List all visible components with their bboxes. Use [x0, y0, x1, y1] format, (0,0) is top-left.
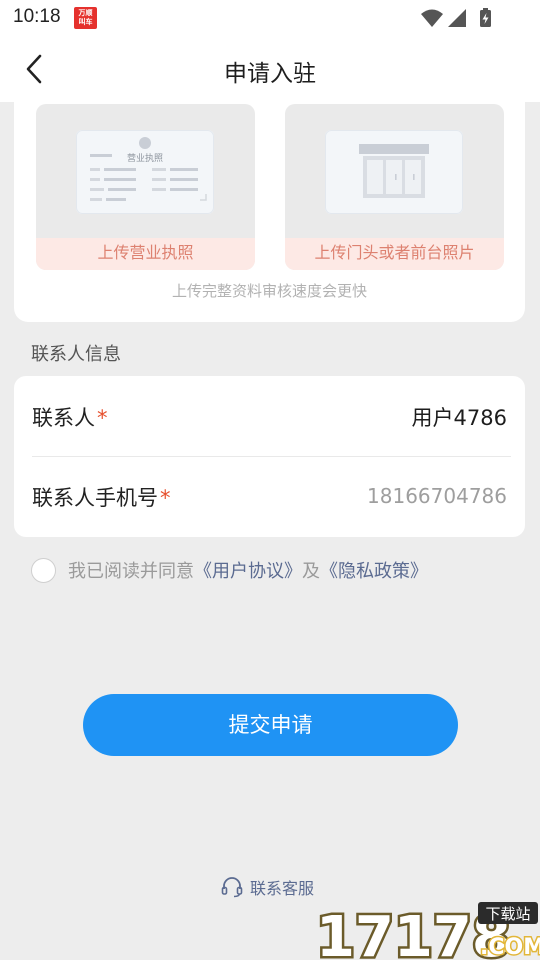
watermark-badge: 下载站	[485, 905, 530, 923]
status-bar: 10:18 万顺 叫车	[0, 0, 540, 36]
status-time: 10:18	[13, 6, 61, 27]
contact-name-label-text: 联系人	[32, 406, 95, 430]
license-sample-image: 营业执照	[76, 130, 214, 214]
app-header: 申请入驻	[0, 36, 540, 102]
contact-form-card: 联系人* 用户4786 联系人手机号* 18166704786	[14, 376, 525, 537]
license-image-text: 营业执照	[126, 154, 163, 164]
contact-phone-label: 联系人手机号*	[32, 482, 171, 512]
headset-icon	[221, 877, 243, 898]
watermark-logo: 17178 下载站 .COM	[314, 902, 540, 960]
upload-license-tile[interactable]: 营业执照 上传营业执照	[36, 104, 255, 270]
contact-name-row[interactable]: 联系人* 用户4786	[14, 376, 525, 456]
license-illustration	[76, 130, 214, 214]
required-mark: *	[160, 486, 171, 510]
agreement-checkbox[interactable]	[31, 557, 56, 583]
signal-icon	[448, 9, 466, 27]
contact-phone-label-text: 联系人手机号	[32, 486, 158, 510]
agreement-connector: 及	[302, 561, 320, 582]
user-agreement-link[interactable]: 《用户协议》	[194, 557, 302, 583]
contact-phone-row[interactable]: 联系人手机号* 18166704786	[14, 456, 525, 536]
status-icons	[421, 8, 491, 27]
page-title: 申请入驻	[224, 61, 316, 87]
storefront-sample-image	[325, 130, 463, 214]
required-mark: *	[97, 406, 108, 430]
app-badge-line1: 万顺	[78, 9, 93, 17]
watermark-suffix: .COM	[480, 935, 540, 960]
agreement-row: 我已阅读并同意 《用户协议》 及 《隐私政策》	[31, 557, 428, 583]
contact-support-link[interactable]: 联系客服	[221, 875, 314, 899]
contact-section-label: 联系人信息	[31, 344, 121, 365]
submit-button[interactable]: 提交申请	[83, 694, 458, 756]
app-badge-icon: 万顺 叫车	[74, 7, 97, 29]
privacy-policy-link[interactable]: 《隐私政策》	[320, 557, 428, 583]
upload-hint: 上传完整资料审核速度会更快	[171, 282, 367, 300]
storefront-icon	[325, 130, 463, 214]
site-watermark: 17178 下载站 .COM	[314, 900, 540, 960]
upload-card: 营业执照 上传营业执照 上传门头或者前台照片 上传完整资料审核速度会更快	[14, 102, 525, 322]
contact-name-label: 联系人*	[32, 402, 108, 432]
contact-name-field[interactable]: 用户4786	[412, 402, 507, 432]
app-badge-line2: 叫车	[78, 18, 93, 26]
battery-charging-icon	[480, 8, 491, 27]
contact-phone-field[interactable]: 18166704786	[367, 484, 507, 508]
agreement-prefix: 我已阅读并同意	[68, 561, 194, 582]
upload-storefront-tile[interactable]: 上传门头或者前台照片	[285, 104, 504, 270]
contact-support-label: 联系客服	[250, 879, 315, 898]
upload-license-caption: 上传营业执照	[36, 238, 255, 270]
upload-storefront-caption: 上传门头或者前台照片	[285, 238, 504, 270]
wifi-icon	[421, 9, 443, 27]
